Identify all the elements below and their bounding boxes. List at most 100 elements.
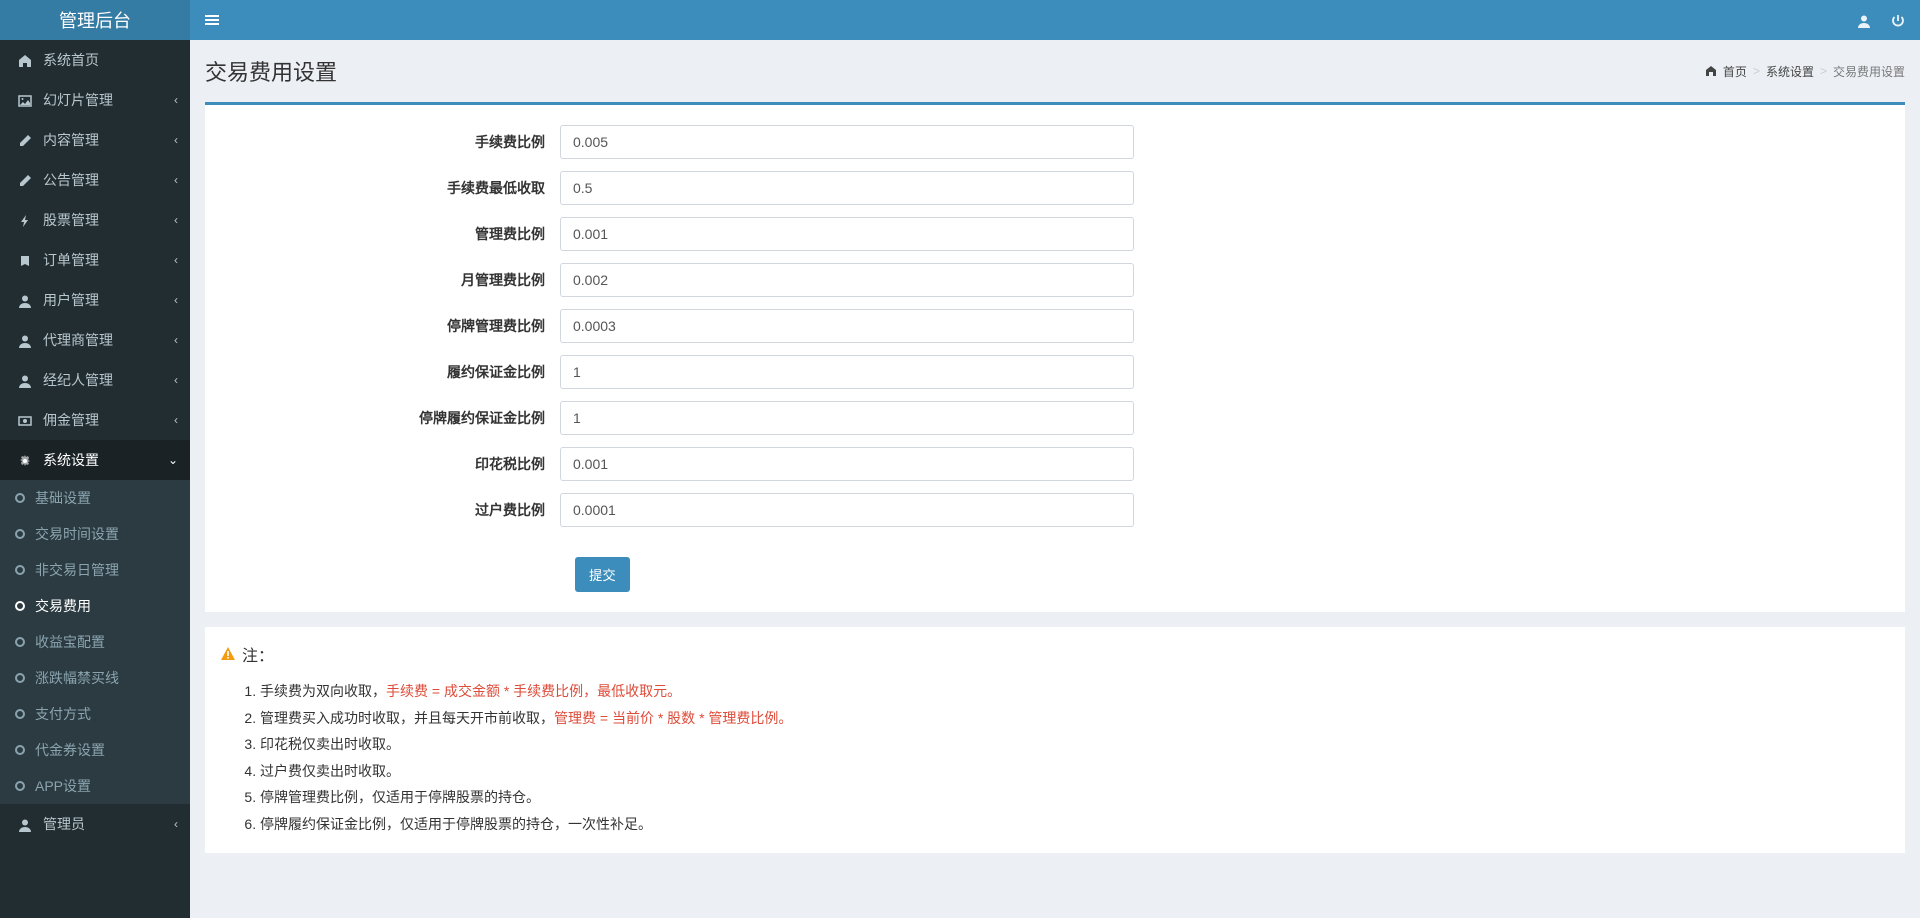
bolt-icon: [15, 212, 35, 228]
note-item-5: 停牌履约保证金比例，仅适用于停牌股票的持仓，一次性补足。: [260, 811, 1890, 838]
ring-icon: [15, 781, 25, 791]
field-input-1[interactable]: [560, 171, 1134, 205]
sidebar-item-label: 幻灯片管理: [43, 90, 113, 110]
submenu-item-label: 收益宝配置: [35, 632, 105, 652]
field-label-7: 印花税比例: [220, 454, 560, 474]
sidebar-item-7[interactable]: 代理商管理‹: [0, 320, 190, 360]
submenu-item-4[interactable]: 收益宝配置: [0, 624, 190, 660]
field-input-3[interactable]: [560, 263, 1134, 297]
sidebar-item-3[interactable]: 公告管理 ‹: [0, 160, 190, 200]
sidebar-item-0[interactable]: 系统首页: [0, 40, 190, 80]
sidebar-item-label: 佣金管理: [43, 410, 99, 430]
field-input-7[interactable]: [560, 447, 1134, 481]
chevron-left-icon: ‹: [174, 93, 178, 107]
logout-button[interactable]: [1891, 12, 1905, 28]
chevron-down-icon: ⌄: [168, 453, 178, 467]
notes-title: 注：: [220, 642, 1890, 666]
home-icon: [15, 52, 35, 68]
sidebar-item-label: 公告管理: [43, 170, 99, 190]
hamburger-icon: [205, 13, 219, 27]
submit-button[interactable]: 提交: [575, 557, 630, 592]
sidebar-item-8[interactable]: 经纪人管理‹: [0, 360, 190, 400]
submenu-item-label: 基础设置: [35, 488, 91, 508]
money-icon: [15, 412, 35, 428]
breadcrumb-home[interactable]: 首页: [1723, 63, 1747, 80]
page-title: 交易费用设置: [205, 55, 337, 87]
field-label-0: 手续费比例: [220, 132, 560, 152]
chevron-left-icon: ‹: [174, 293, 178, 307]
note-item-4: 停牌管理费比例，仅适用于停牌股票的持仓。: [260, 784, 1890, 811]
notes-box: 注： 手续费为双向收取，手续费 = 成交金额 * 手续费比例，最低收取元。管理费…: [205, 627, 1905, 853]
chevron-left-icon: ‹: [174, 253, 178, 267]
field-input-2[interactable]: [560, 217, 1134, 251]
user-icon: [15, 332, 35, 348]
user-icon: [15, 292, 35, 308]
book-icon: [15, 252, 35, 268]
breadcrumb-current: 交易费用设置: [1833, 63, 1905, 80]
sidebar-item-label: 订单管理: [43, 250, 99, 270]
submenu-item-label: 涨跌幅禁买线: [35, 668, 119, 688]
sidebar-item-label: 内容管理: [43, 130, 99, 150]
power-icon: [1891, 14, 1905, 28]
chevron-left-icon: ‹: [174, 333, 178, 347]
field-label-1: 手续费最低收取: [220, 178, 560, 198]
warning-icon: [220, 645, 236, 663]
submenu-item-8[interactable]: APP设置: [0, 768, 190, 804]
sidebar-item-2[interactable]: 内容管理 ‹: [0, 120, 190, 160]
sidebar: 管理后台 系统首页幻灯片管理‹内容管理‹公告管理‹股票管理‹订单管理‹用户管理‹…: [0, 0, 190, 918]
sidebar-item-6[interactable]: 用户管理 ‹: [0, 280, 190, 320]
sidebar-toggle-button[interactable]: [205, 11, 219, 29]
field-label-2: 管理费比例: [220, 224, 560, 244]
image-icon: [15, 92, 35, 108]
user-icon: [1857, 14, 1871, 28]
field-input-6[interactable]: [560, 401, 1134, 435]
submenu-item-3[interactable]: 交易费用: [0, 588, 190, 624]
chevron-left-icon: ‹: [174, 133, 178, 147]
field-input-0[interactable]: [560, 125, 1134, 159]
ring-icon: [15, 529, 25, 539]
user-button[interactable]: [1857, 12, 1871, 28]
submenu-item-label: 支付方式: [35, 704, 91, 724]
sidebar-item-admin[interactable]: 管理员‹: [0, 804, 190, 844]
submenu-item-2[interactable]: 非交易日管理: [0, 552, 190, 588]
submenu-item-5[interactable]: 涨跌幅禁买线: [0, 660, 190, 696]
ring-icon: [15, 673, 25, 683]
brand-logo: 管理后台: [0, 0, 190, 40]
sidebar-item-label: 股票管理: [43, 210, 99, 230]
sidebar-item-1[interactable]: 幻灯片管理 ‹: [0, 80, 190, 120]
edit-icon: [15, 172, 35, 188]
user-icon: [15, 372, 35, 388]
submenu-item-0[interactable]: 基础设置: [0, 480, 190, 516]
chevron-left-icon: ‹: [174, 817, 178, 831]
ring-icon: [15, 709, 25, 719]
ring-icon: [15, 601, 25, 611]
field-label-5: 履约保证金比例: [220, 362, 560, 382]
field-label-3: 月管理费比例: [220, 270, 560, 290]
edit-icon: [15, 132, 35, 148]
chevron-left-icon: ‹: [174, 413, 178, 427]
submenu-item-6[interactable]: 支付方式: [0, 696, 190, 732]
sidebar-item-system[interactable]: 系统设置 ⌄: [0, 440, 190, 480]
field-input-8[interactable]: [560, 493, 1134, 527]
sidebar-item-label: 系统设置: [43, 450, 99, 470]
sidebar-item-9[interactable]: 佣金管理 ‹: [0, 400, 190, 440]
breadcrumb-parent[interactable]: 系统设置: [1766, 63, 1814, 80]
note-item-0: 手续费为双向收取，手续费 = 成交金额 * 手续费比例，最低收取元。: [260, 678, 1890, 705]
user-icon: [15, 816, 35, 832]
topbar: [190, 0, 1920, 40]
field-label-6: 停牌履约保证金比例: [220, 408, 560, 428]
sidebar-item-4[interactable]: 股票管理‹: [0, 200, 190, 240]
gear-icon: [15, 452, 35, 468]
ring-icon: [15, 745, 25, 755]
field-input-4[interactable]: [560, 309, 1134, 343]
settings-form-box: 手续费比例手续费最低收取管理费比例月管理费比例停牌管理费比例履约保证金比例停牌履…: [205, 102, 1905, 612]
chevron-left-icon: ‹: [174, 173, 178, 187]
submenu-item-label: 非交易日管理: [35, 560, 119, 580]
sidebar-item-label: 用户管理: [43, 290, 99, 310]
submenu-item-7[interactable]: 代金券设置: [0, 732, 190, 768]
ring-icon: [15, 637, 25, 647]
note-item-3: 过户费仅卖出时收取。: [260, 758, 1890, 785]
sidebar-item-5[interactable]: 订单管理 ‹: [0, 240, 190, 280]
submenu-item-1[interactable]: 交易时间设置: [0, 516, 190, 552]
field-input-5[interactable]: [560, 355, 1134, 389]
